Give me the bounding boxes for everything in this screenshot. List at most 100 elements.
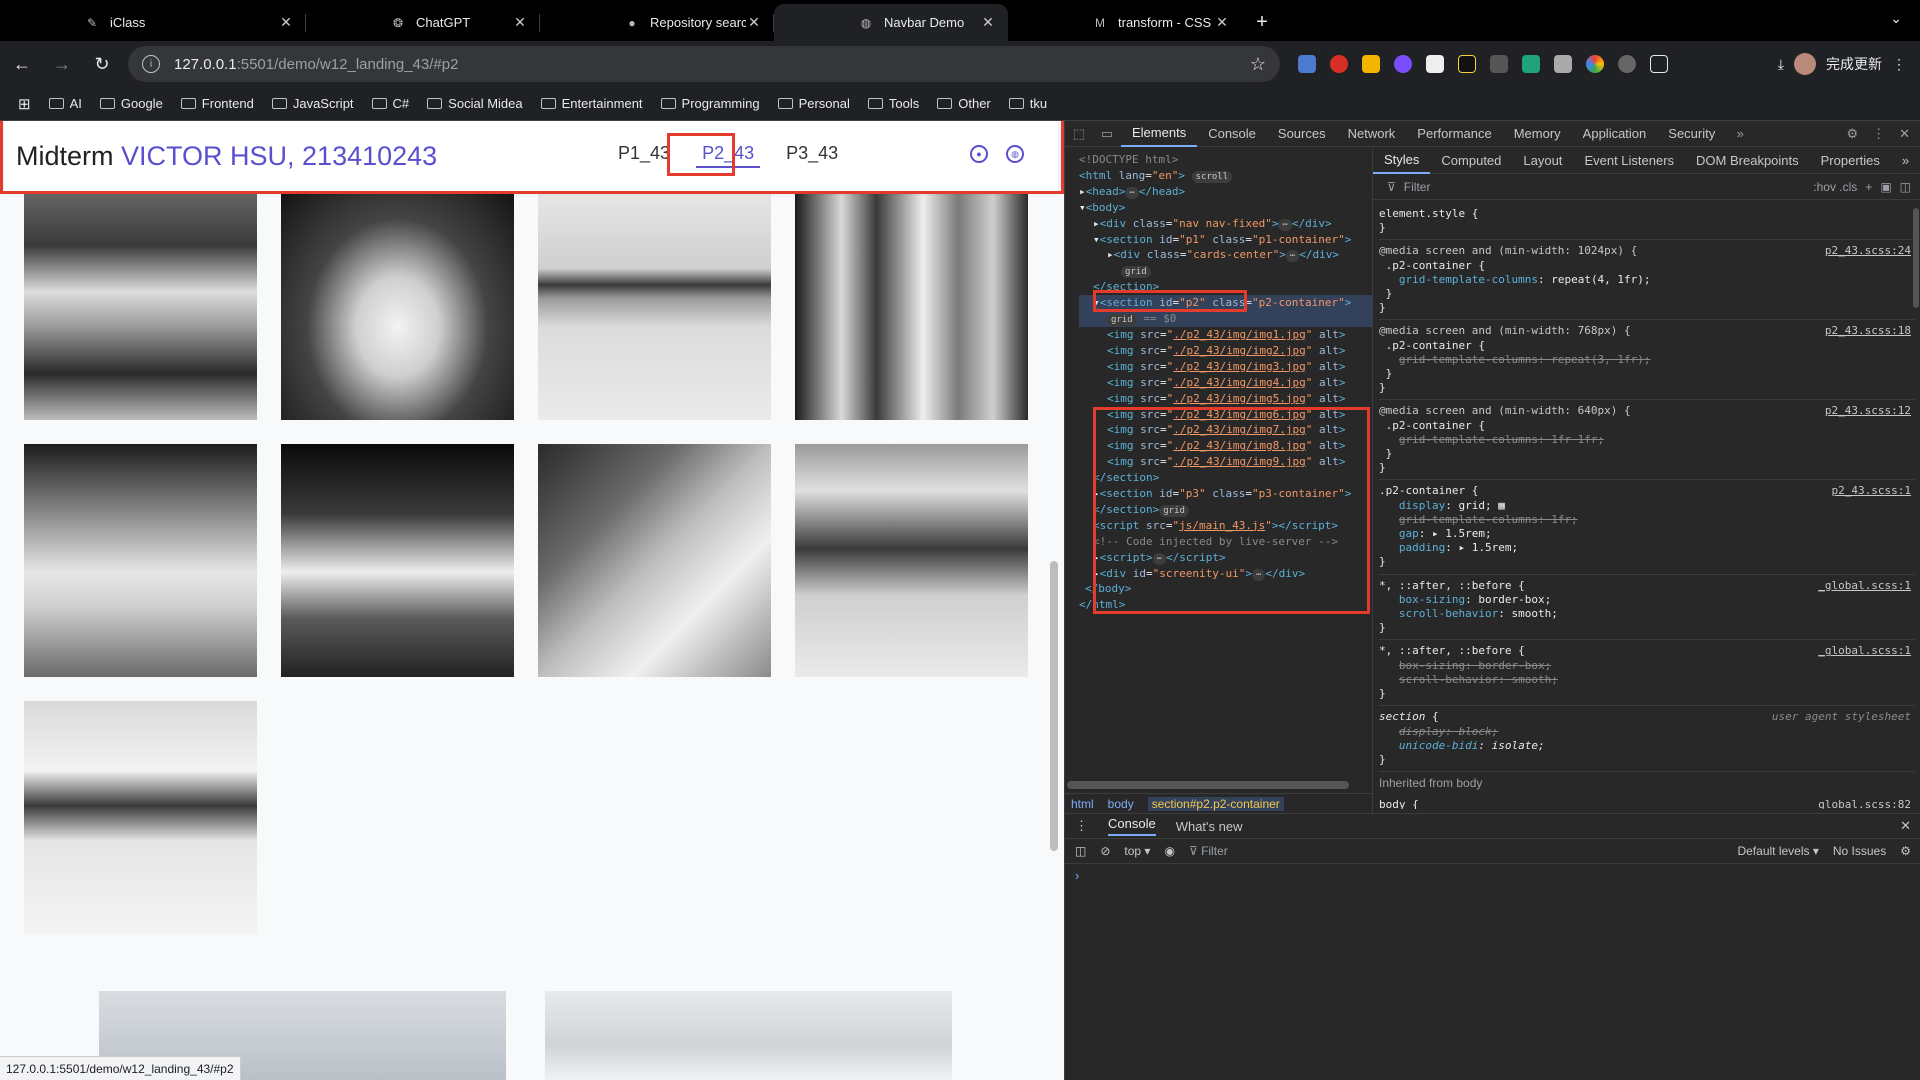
add-rule-icon[interactable]: +: [1865, 180, 1872, 194]
color-extension-icon[interactable]: [1586, 55, 1604, 73]
css-rule[interactable]: body {_global.scss:82 background: ▸ ■ va…: [1379, 794, 1915, 809]
close-icon[interactable]: ✕: [1899, 126, 1910, 142]
drawer-tab-whats-new[interactable]: What's new: [1176, 819, 1243, 834]
eye-icon[interactable]: ◉: [1164, 844, 1174, 858]
css-rules[interactable]: element.style {} @media screen and (min-…: [1373, 200, 1920, 809]
rule-source-link[interactable]: _global.scss:1: [1818, 644, 1911, 658]
devtools-tab-memory[interactable]: Memory: [1503, 121, 1572, 147]
dom-hscrollbar[interactable]: [1067, 781, 1349, 789]
dom-line[interactable]: ▾<body>: [1079, 200, 1372, 216]
bookmark-folder[interactable]: C#: [371, 96, 409, 111]
rule-source-link[interactable]: p2_43.scss:1: [1832, 484, 1911, 498]
devtools-tab-sources[interactable]: Sources: [1267, 121, 1337, 147]
dom-line[interactable]: <html lang="en"> scroll: [1079, 168, 1372, 184]
context-select[interactable]: top ▾: [1124, 844, 1150, 858]
bookmark-folder[interactable]: Social Midea: [427, 96, 523, 111]
drawer-menu-icon[interactable]: ⋮: [1075, 818, 1088, 834]
tab-chatgpt[interactable]: ❂ ChatGPT ✕: [306, 4, 540, 41]
close-icon[interactable]: ✕: [746, 14, 762, 31]
tab-navbar-demo[interactable]: ◍ Navbar Demo ✕: [774, 4, 1008, 41]
devtools-tab-console[interactable]: Console: [1197, 121, 1267, 147]
rule-source-link[interactable]: p2_43.scss:24: [1825, 244, 1911, 258]
console-prompt[interactable]: ›: [1065, 864, 1920, 887]
rule-source-link[interactable]: _global.scss:82: [1812, 798, 1911, 809]
dom-line[interactable]: </html>: [1079, 597, 1372, 613]
img-src[interactable]: ./p2_43/img/img3.jpg: [1173, 360, 1305, 373]
sheet-extension-icon[interactable]: [1426, 55, 1444, 73]
styles-tab-event-listeners[interactable]: Event Listeners: [1573, 148, 1685, 174]
bookmark-folder[interactable]: Frontend: [180, 96, 254, 111]
styles-tab-properties[interactable]: Properties: [1810, 148, 1891, 174]
console-filter-input[interactable]: ⊽ Filter: [1189, 844, 1724, 858]
img-src[interactable]: ./p2_43/img/img2.jpg: [1173, 344, 1305, 357]
styles-tab-styles[interactable]: Styles: [1373, 148, 1431, 174]
css-rule[interactable]: @media screen and (min-width: 1024px) {p…: [1379, 240, 1915, 321]
devtools-tab-elements[interactable]: Elements: [1121, 121, 1198, 147]
sidebar-toggle-icon[interactable]: ◫: [1900, 180, 1911, 194]
puzzle-icon[interactable]: [1650, 55, 1668, 73]
img-src[interactable]: ./p2_43/img/img4.jpg: [1173, 376, 1305, 389]
breadcrumb-item[interactable]: html: [1071, 797, 1094, 811]
apps-grid-icon[interactable]: ⊞: [18, 95, 31, 113]
bookmark-folder[interactable]: Personal: [777, 96, 850, 111]
profile-avatar[interactable]: [1794, 53, 1816, 75]
styles-tab-layout[interactable]: Layout: [1512, 148, 1573, 174]
bookmark-star-icon[interactable]: ☆: [1250, 54, 1266, 75]
back-button[interactable]: ←: [4, 46, 40, 82]
styles-scrollbar[interactable]: [1913, 208, 1919, 308]
bookmark-folder[interactable]: JavaScript: [271, 96, 354, 111]
inspect-icon[interactable]: ⬚: [1065, 126, 1093, 142]
address-bar[interactable]: i 127.0.0.1:5501/demo/w12_landing_43/#p2…: [128, 46, 1280, 82]
dom-line[interactable]: <img src="./p2_43/img/img8.jpg" alt>: [1079, 438, 1372, 454]
devtools-tab-security[interactable]: Security: [1657, 121, 1726, 147]
red-extension-icon[interactable]: [1330, 55, 1348, 73]
tab-iclass[interactable]: ✎ iClass ✕: [0, 4, 306, 41]
site-info-icon[interactable]: i: [142, 55, 160, 73]
tab-mdn-transform[interactable]: Mtransform - CSS | MDN✕: [1008, 4, 1242, 41]
img-src[interactable]: ./p2_43/img/img9.jpg: [1173, 455, 1305, 468]
bookmark-folder[interactable]: Other: [937, 96, 991, 111]
dom-line-selected[interactable]: ▾<section id="p2" class="p2-container">: [1079, 295, 1372, 312]
update-button[interactable]: 完成更新: [1826, 54, 1882, 74]
dom-line[interactable]: <script src="js/main_43.js"></script>: [1079, 518, 1372, 534]
dom-line[interactable]: <img src="./p2_43/img/img9.jpg" alt>: [1079, 454, 1372, 470]
tab-search-icon[interactable]: ⌄: [1890, 10, 1902, 27]
device-toggle-icon[interactable]: ▭: [1093, 126, 1121, 142]
close-icon[interactable]: ✕: [1900, 818, 1911, 834]
bookmark-folder[interactable]: Entertainment: [540, 96, 643, 111]
forward-button[interactable]: →: [44, 46, 80, 82]
paint-icon[interactable]: ▣: [1880, 180, 1891, 194]
clear-console-icon[interactable]: ⊘: [1100, 844, 1110, 858]
more-tabs-icon[interactable]: »: [1726, 126, 1754, 141]
css-rule[interactable]: *, ::after, ::before {_global.scss:1 box…: [1379, 575, 1915, 641]
dom-line[interactable]: </section>: [1079, 470, 1372, 486]
tab-repository-search[interactable]: ● Repository search results✕: [540, 4, 774, 41]
img-src[interactable]: ./p2_43/img/img1.jpg: [1173, 328, 1305, 341]
more-tabs-icon[interactable]: »: [1891, 148, 1920, 174]
grid-editor-icon[interactable]: ▦: [1498, 499, 1505, 512]
breadcrumb-item-current[interactable]: section#p2.p2-container: [1147, 796, 1284, 811]
sidebar-toggle-icon[interactable]: ◫: [1075, 844, 1086, 858]
breadcrumb-item[interactable]: body: [1108, 797, 1134, 811]
css-rule[interactable]: section {user agent stylesheet display: …: [1379, 706, 1915, 773]
dom-line[interactable]: ▸<head> ⋯ </head>: [1079, 184, 1372, 200]
drawer-tab-console[interactable]: Console: [1108, 816, 1156, 836]
nav-link-p3[interactable]: P3_43: [780, 141, 844, 168]
download-icon[interactable]: ⤓: [1778, 56, 1784, 73]
log-levels-select[interactable]: Default levels ▾: [1737, 844, 1818, 858]
close-icon[interactable]: ✕: [278, 14, 294, 31]
img-src[interactable]: ./p2_43/img/img8.jpg: [1173, 439, 1305, 452]
dom-line[interactable]: <img src="./p2_43/img/img6.jpg" alt>: [1079, 407, 1372, 423]
img-src[interactable]: ./p2_43/img/img7.jpg: [1173, 423, 1305, 436]
css-rule[interactable]: @media screen and (min-width: 768px) {p2…: [1379, 320, 1915, 401]
close-icon[interactable]: ✕: [512, 14, 528, 31]
hov-cls-toggle[interactable]: :hov .cls: [1813, 180, 1857, 194]
dom-line[interactable]: <img src="./p2_43/img/img7.jpg" alt>: [1079, 422, 1372, 438]
styles-tab-dom-breakpoints[interactable]: DOM Breakpoints: [1685, 148, 1810, 174]
yellow-extension-icon[interactable]: [1362, 55, 1380, 73]
bug-extension-icon[interactable]: [1618, 55, 1636, 73]
dom-line[interactable]: <img src="./p2_43/img/img1.jpg" alt>: [1079, 327, 1372, 343]
dom-line[interactable]: ▸<div id="screenity-ui"> ⋯ </div>: [1079, 566, 1372, 582]
styles-tab-computed[interactable]: Computed: [1430, 148, 1512, 174]
css-rule[interactable]: .p2-container {p2_43.scss:1 display: gri…: [1379, 480, 1915, 575]
